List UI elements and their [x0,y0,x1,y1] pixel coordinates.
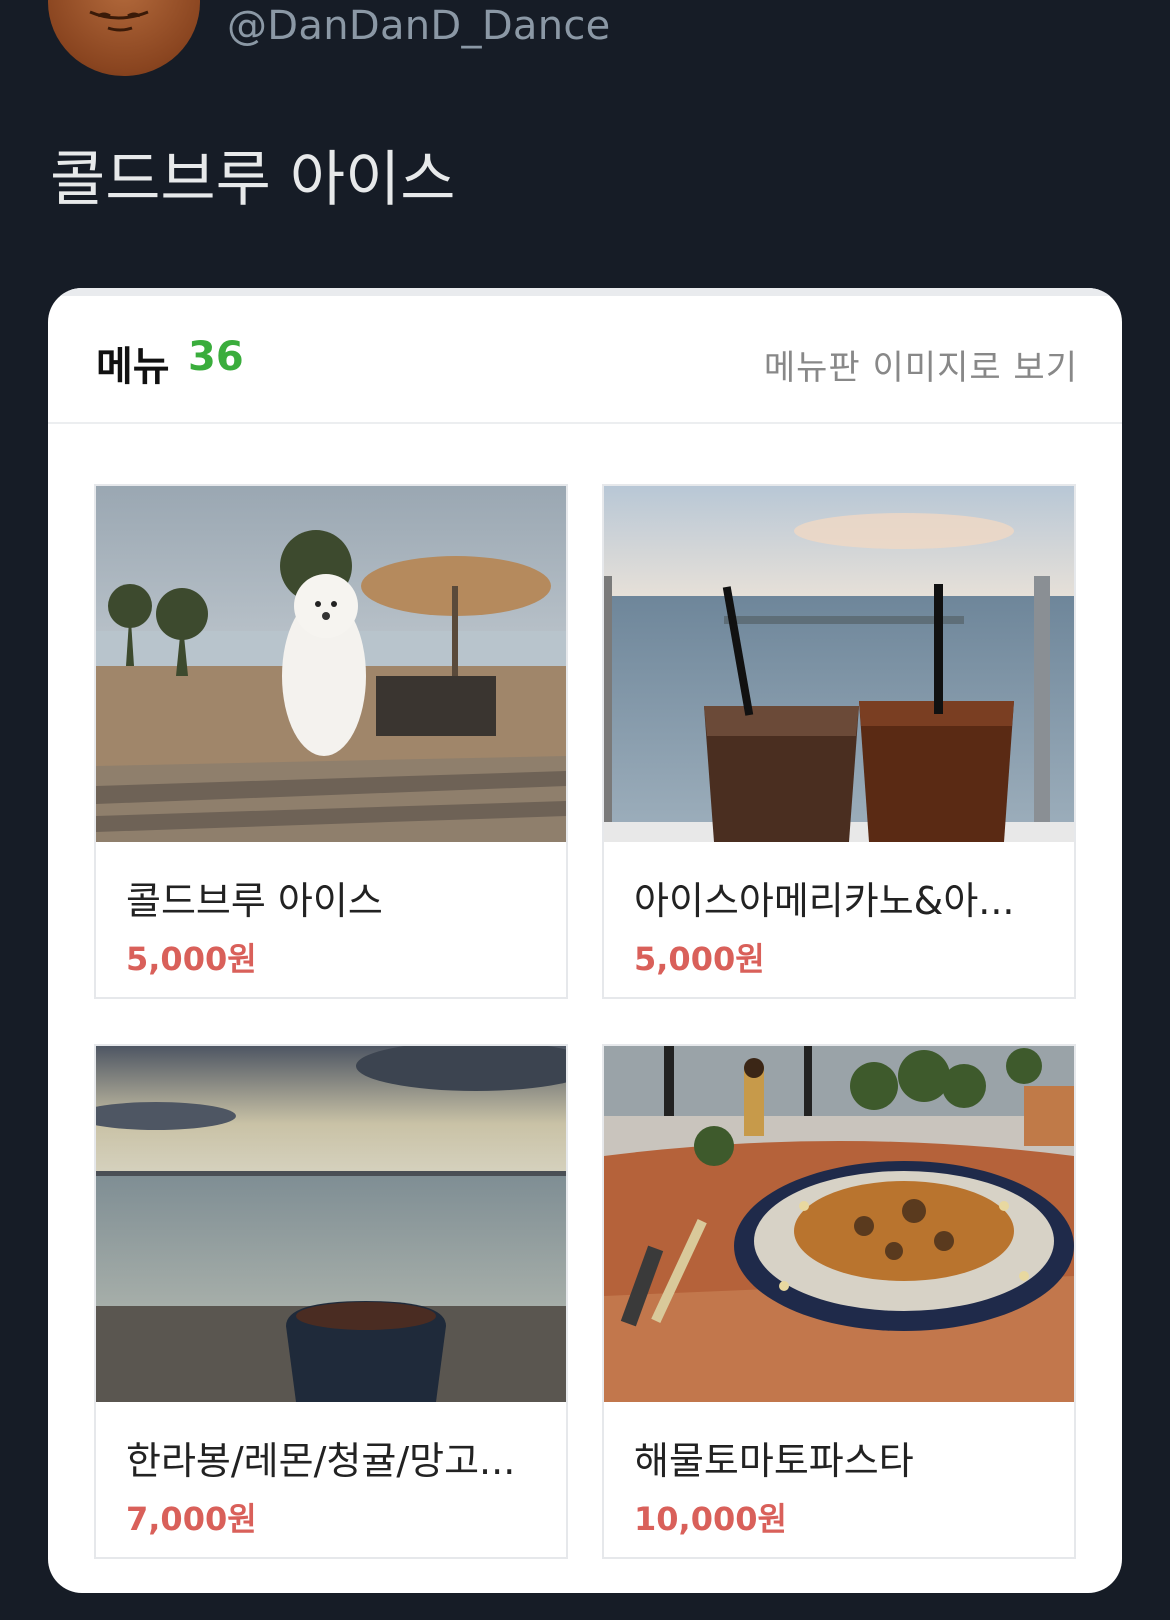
user-handle[interactable]: @DanDanD_Dance [227,0,611,52]
tweet-text: 콜드브루 아이스 [50,145,456,215]
menu-item[interactable]: 아이스아메리카노&아... 5,000원 [602,484,1076,999]
menu-item-price: 7,000원 [126,1500,257,1538]
cup-ocean-sunset-photo [96,1046,566,1402]
menu-card[interactable]: 메뉴 36 메뉴판 이미지로 보기 콜드브루 아이스 5,000원 아이스아메리… [48,288,1122,1593]
menu-item[interactable]: 콜드브루 아이스 5,000원 [94,484,568,999]
menu-header: 메뉴 36 메뉴판 이미지로 보기 [48,296,1122,424]
card-top-divider [48,288,1122,296]
menu-item-price: 5,000원 [126,940,257,978]
menu-item-name: 콜드브루 아이스 [126,879,383,923]
dog-on-beach-table-photo [96,486,566,842]
menu-count: 36 [188,334,244,380]
menu-title: 메뉴 [96,344,170,390]
menu-item-name: 해물토마토파스타 [634,1439,914,1483]
menu-item[interactable]: 한라봉/레몬/청귤/망고... 7,000원 [94,1044,568,1559]
menu-item-name: 한라봉/레몬/청귤/망고... [126,1439,516,1483]
avatar[interactable] [48,0,200,76]
menu-item-name: 아이스아메리카노&아... [634,879,1015,923]
menu-item-price: 5,000원 [634,940,765,978]
seafood-pasta-plate-photo [604,1046,1074,1402]
menu-item[interactable]: 해물토마토파스타 10,000원 [602,1044,1076,1559]
view-menu-image-link[interactable]: 메뉴판 이미지로 보기 [764,340,1078,389]
iced-coffee-ocean-photo [604,486,1074,842]
menu-item-price: 10,000원 [634,1500,787,1538]
